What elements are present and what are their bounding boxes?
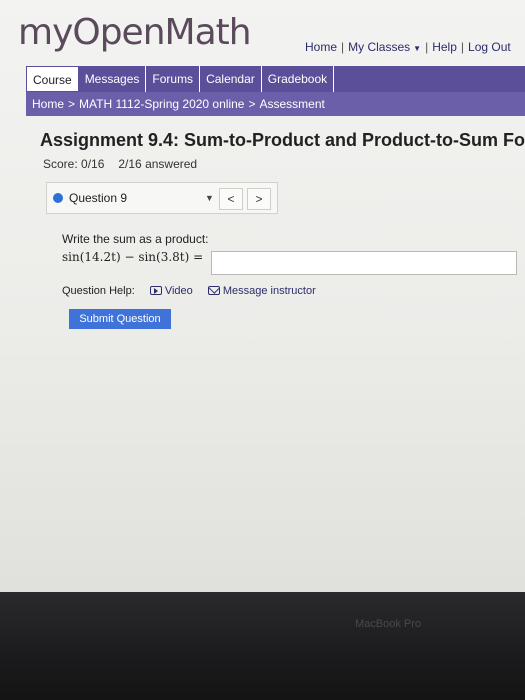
site-logo[interactable]: myOpenMath [18, 12, 252, 53]
course-nav: Course Messages Forums Calendar Gradeboo… [26, 66, 525, 92]
status-dot-icon [53, 193, 63, 203]
score-line: Score: 0/16 2/16 answered [43, 157, 197, 171]
browser-screen: myOpenMath Home | My Classes ▼ | Help | Log Out… [0, 0, 525, 592]
prev-question-button[interactable]: < [219, 188, 243, 210]
video-label: Video [164, 285, 193, 297]
answer-input[interactable] [211, 251, 517, 275]
video-icon [149, 286, 162, 295]
top-links: Home | My Classes ▼ | Help | Log Out [305, 40, 511, 54]
next-question-button[interactable]: > [247, 188, 271, 210]
breadcrumb-course[interactable]: MATH 1112-Spring 2020 online [79, 97, 244, 111]
answered-count: 2/16 answered [118, 157, 198, 171]
question-select-label: Question 9 [69, 191, 128, 205]
submit-question-button[interactable]: Submit Question [69, 309, 171, 329]
home-link[interactable]: Home [305, 40, 337, 54]
help-link[interactable]: Help [432, 40, 457, 54]
breadcrumb-current: Assessment [259, 97, 325, 111]
breadcrumb-separator: > [248, 97, 256, 111]
device-brand-label: MacBook Pro [355, 618, 422, 630]
question-expression: sin(14.2t) − sin(3.8t) = [62, 250, 204, 264]
mail-icon [207, 286, 220, 295]
tab-calendar[interactable]: Calendar [200, 66, 262, 92]
question-help-label: Question Help: [62, 285, 135, 297]
breadcrumb-home[interactable]: Home [32, 97, 64, 111]
message-instructor-label: Message instructor [222, 285, 316, 297]
laptop-bezel: MacBook Pro [0, 592, 525, 700]
message-instructor-link[interactable]: Message instructor [207, 285, 316, 297]
breadcrumb: Home > MATH 1112-Spring 2020 online > Assess… [26, 92, 525, 116]
score-label: Score: 0/16 [43, 157, 105, 171]
separator: | [425, 40, 429, 54]
page-title: Assignment 9.4: Sum-to-Product and Produ… [40, 130, 525, 150]
nav-tabs: Course Messages Forums Calendar Gradeboo… [26, 66, 335, 92]
my-classes-label: My Classes [348, 40, 411, 54]
question-select[interactable]: Question 9 ▼ [53, 188, 214, 208]
chevron-down-icon: ▼ [413, 44, 422, 53]
tab-messages[interactable]: Messages [78, 66, 147, 92]
tab-forums[interactable]: Forums [146, 66, 201, 92]
question-navigator: Question 9 ▼ < > [46, 182, 278, 214]
separator: | [341, 40, 345, 54]
question-help: Question Help: Video Message instructor [62, 285, 316, 297]
question-prompt: Write the sum as a product: [62, 232, 209, 246]
chevron-down-icon: ▼ [205, 193, 214, 203]
separator: | [460, 40, 465, 54]
logout-link[interactable]: Log Out [468, 40, 511, 54]
tab-course[interactable]: Course [26, 66, 79, 92]
video-link[interactable]: Video [149, 285, 193, 297]
my-classes-link[interactable]: My Classes ▼ [348, 40, 421, 54]
tab-gradebook[interactable]: Gradebook [261, 66, 335, 92]
breadcrumb-separator: > [68, 97, 76, 111]
